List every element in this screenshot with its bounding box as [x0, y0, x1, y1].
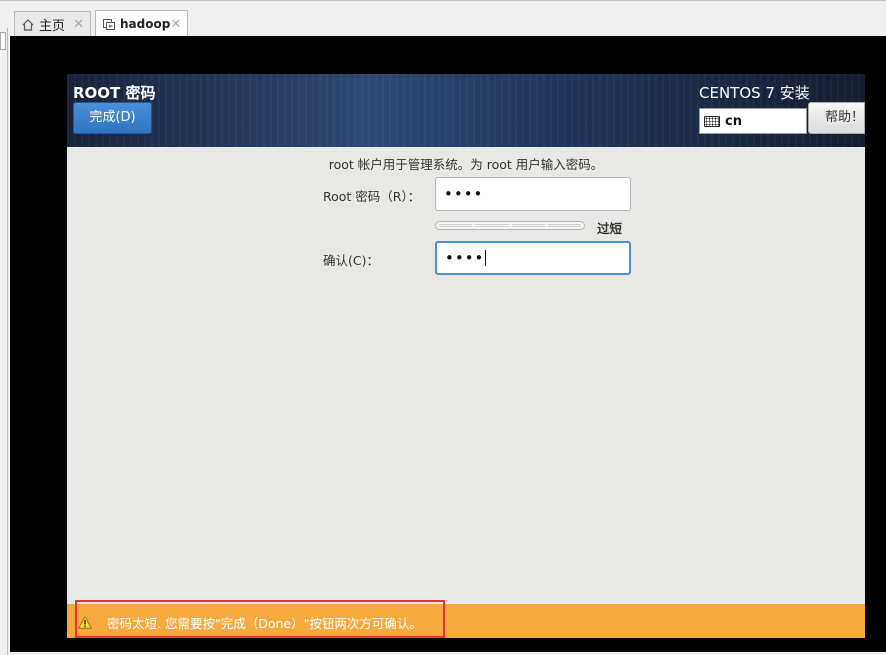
tab-home[interactable]: 主页 ✕	[14, 11, 91, 37]
help-button[interactable]: 帮助！	[808, 102, 865, 134]
page-title: ROOT 密码	[73, 84, 156, 102]
installer-header: ROOT 密码 完成(D) CENTOS 7 安装 cn 帮助！	[67, 74, 865, 147]
home-icon	[21, 18, 35, 32]
confirm-password-label: 确认(C)：	[323, 253, 379, 268]
close-icon[interactable]: ✕	[73, 17, 84, 32]
root-password-field[interactable]: ••••	[435, 177, 631, 211]
description-text: root 帐户用于管理系统。为 root 用户输入密码。	[328, 157, 604, 172]
done-button[interactable]: 完成(D)	[73, 102, 152, 134]
keyboard-icon	[704, 115, 720, 127]
text-caret	[485, 250, 487, 266]
tab-hadoop[interactable]: hadoop ✕	[95, 10, 188, 37]
annotation-highlight-box	[75, 600, 445, 638]
confirm-password-field[interactable]: ••••	[435, 241, 631, 275]
sidebar-edge	[0, 28, 8, 655]
installer-window: ROOT 密码 完成(D) CENTOS 7 安装 cn 帮助！ root 帐户…	[67, 74, 865, 638]
vm-icon	[102, 17, 116, 31]
root-password-value: ••••	[444, 185, 484, 203]
close-icon[interactable]: ✕	[170, 17, 181, 32]
tab-label: hadoop	[120, 17, 171, 31]
tab-strip: 主页 ✕ hadoop ✕	[0, 0, 886, 37]
sidebar-toggle[interactable]	[0, 32, 6, 50]
confirm-password-value: ••••	[445, 249, 485, 267]
keyboard-layout-indicator[interactable]: cn	[699, 108, 807, 134]
product-title: CENTOS 7 安装	[699, 84, 810, 102]
root-password-label: Root 密码（R）：	[323, 189, 421, 204]
keyboard-layout-label: cn	[725, 113, 742, 129]
password-strength-label: 过短	[597, 221, 623, 236]
tab-label: 主页	[39, 19, 66, 34]
password-strength-bar	[435, 221, 585, 230]
